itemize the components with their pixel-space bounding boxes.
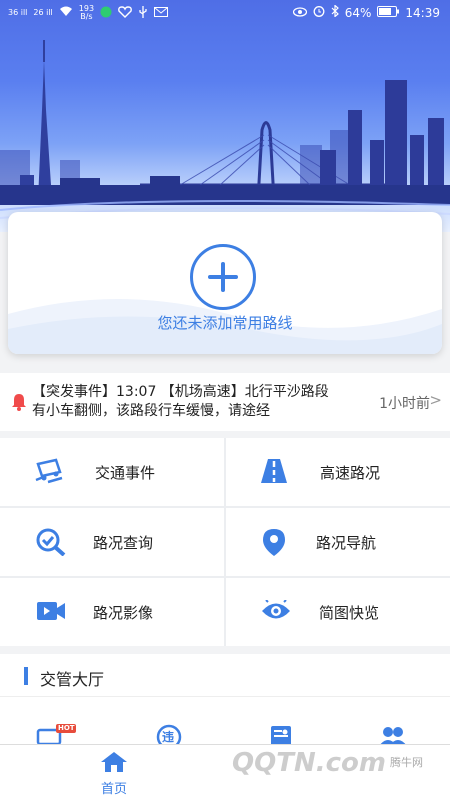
city-banner bbox=[0, 0, 450, 232]
app-notification-icon bbox=[100, 6, 112, 21]
feature-grid: 交通事件 高速路况 路况查询 路况导航 路况影像 简图快览 bbox=[0, 438, 450, 646]
status-bar: 36 ill 26 ill 193 B/s 64% 14:39 bbox=[0, 0, 450, 26]
incident-notice[interactable]: 【突发事件】13:07 【机场高速】北行平沙路段有小车翻侧，该路段行车缓慢，请途… bbox=[0, 373, 450, 431]
notice-time: 1小时前 bbox=[379, 396, 430, 412]
usb-icon bbox=[138, 5, 148, 21]
bell-icon bbox=[11, 393, 27, 415]
section-title: 交管大厅 bbox=[40, 670, 105, 689]
alarm-icon bbox=[313, 5, 325, 20]
menu-traffic-incident[interactable]: 交通事件 bbox=[0, 438, 224, 506]
empty-route-text: 您还未添加常用路线 bbox=[157, 314, 293, 332]
site-watermark: QQTN.com bbox=[232, 748, 386, 778]
menu-label: 路况查询 bbox=[93, 534, 154, 552]
network-speed: 193 B/s bbox=[78, 4, 95, 21]
eye-icon bbox=[260, 598, 292, 626]
notice-text: 【突发事件】13:07 【机场高速】北行平沙路段有小车翻侧，该路段行车缓慢，请途… bbox=[32, 384, 329, 419]
menu-label: 路况导航 bbox=[316, 534, 377, 552]
chevron-right-icon: > bbox=[429, 391, 442, 409]
tab-home[interactable]: 首页 bbox=[90, 751, 138, 797]
heart-rate-icon bbox=[118, 5, 132, 21]
clock: 14:39 bbox=[405, 5, 440, 20]
home-icon bbox=[100, 752, 128, 777]
menu-road-navigation[interactable]: 路况导航 bbox=[226, 508, 450, 576]
menu-label: 交通事件 bbox=[95, 464, 156, 482]
wifi-icon bbox=[59, 6, 73, 20]
bluetooth-icon bbox=[331, 4, 339, 20]
car-crash-icon bbox=[34, 458, 66, 490]
site-watermark-small: 腾牛网 bbox=[390, 756, 423, 769]
add-route-button[interactable] bbox=[190, 244, 256, 310]
menu-highway-status[interactable]: 高速路况 bbox=[226, 438, 450, 506]
battery-percent: 64% bbox=[344, 5, 372, 20]
search-check-icon bbox=[36, 528, 66, 560]
violation-char: 违 bbox=[162, 730, 175, 744]
signal-indicator-1: 36 ill bbox=[8, 8, 28, 17]
tab-home-label: 首页 bbox=[100, 782, 127, 797]
menu-road-video[interactable]: 路况影像 bbox=[0, 578, 224, 646]
common-route-card[interactable]: 您还未添加常用路线 bbox=[8, 212, 442, 354]
divider bbox=[0, 696, 450, 697]
menu-label: 高速路况 bbox=[320, 464, 381, 482]
battery-icon bbox=[377, 5, 400, 20]
signal-indicator-2: 26 ill bbox=[33, 8, 53, 17]
menu-label: 简图快览 bbox=[319, 604, 380, 622]
city-skyline-image bbox=[0, 40, 450, 219]
menu-quick-view[interactable]: 简图快览 bbox=[226, 578, 450, 646]
menu-label: 路况影像 bbox=[93, 604, 154, 622]
section-accent-bar bbox=[24, 667, 28, 685]
menu-road-query[interactable]: 路况查询 bbox=[0, 508, 224, 576]
location-pin-icon bbox=[262, 528, 286, 562]
video-camera-icon bbox=[36, 600, 66, 626]
highway-icon bbox=[260, 458, 288, 488]
mail-icon bbox=[154, 6, 169, 20]
eye-comfort-icon bbox=[292, 6, 307, 20]
hot-badge: HOT bbox=[58, 724, 75, 732]
